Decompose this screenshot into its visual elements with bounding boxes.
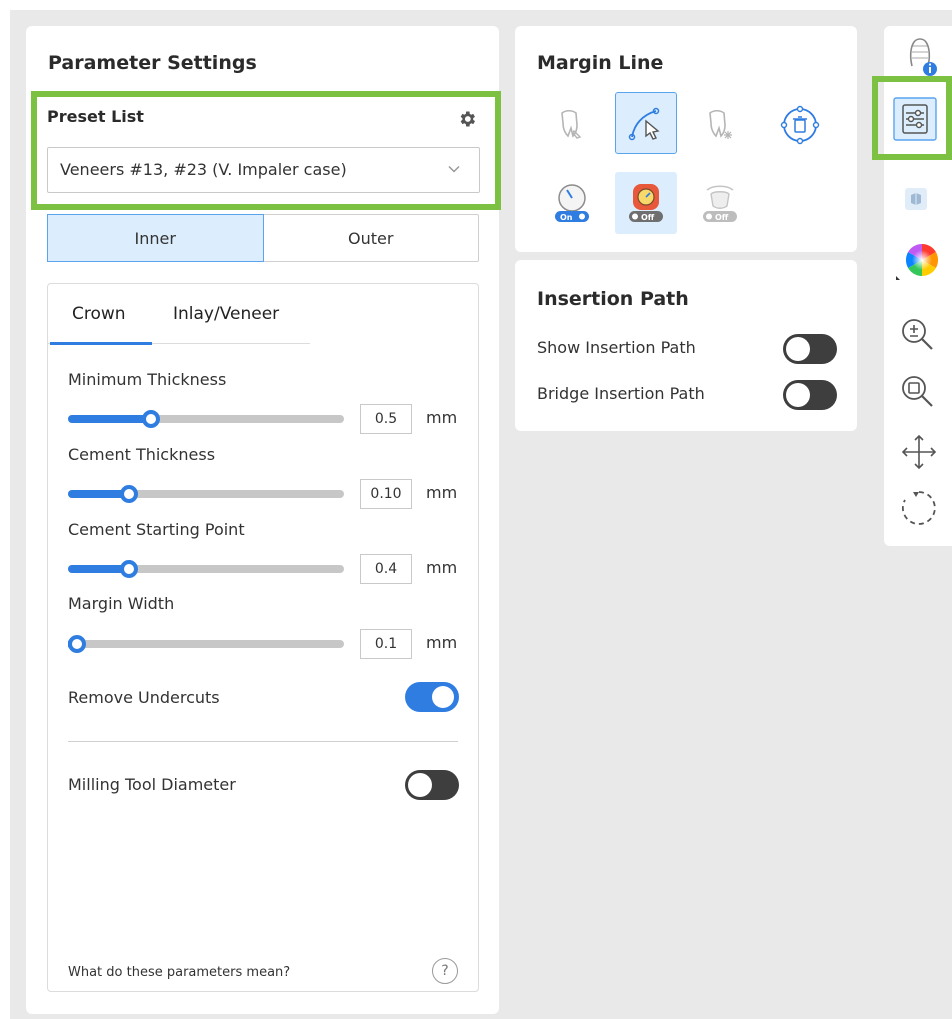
unit-label: mm (426, 483, 458, 502)
panel-title: Margin Line (537, 52, 664, 74)
divider (68, 741, 458, 742)
panel-title: Insertion Path (537, 288, 689, 310)
panel-title: Parameter Settings (48, 52, 257, 74)
svg-text:Off: Off (641, 213, 655, 222)
tooth-compass-off-icon: Off (629, 184, 663, 222)
minimum-thickness-label: Minimum Thickness (68, 370, 227, 389)
toggle-knob (786, 383, 810, 407)
slider-thumb[interactable] (120, 560, 138, 578)
active-tab-indicator (50, 342, 152, 345)
cement-starting-point-label: Cement Starting Point (68, 520, 245, 539)
remove-undercuts-label: Remove Undercuts (68, 688, 220, 707)
bridge-insertion-path-toggle[interactable] (783, 380, 837, 410)
preset-list-section: Preset List Veneers #13, #23 (V. Impaler… (31, 91, 501, 210)
zoom-fit-icon[interactable] (898, 372, 938, 412)
preset-select-value: Veneers #13, #23 (V. Impaler case) (60, 160, 347, 179)
inner-outer-segmented-control: Inner Outer (47, 214, 479, 262)
help-link[interactable]: What do these parameters mean? (68, 965, 290, 980)
rotate-icon[interactable] (899, 488, 939, 528)
tooth-sparkle-icon (709, 109, 732, 139)
minimum-thickness-input[interactable]: 0.5 (360, 404, 412, 434)
slider-thumb[interactable] (68, 635, 86, 653)
unit-label: mm (426, 633, 458, 652)
preset-select[interactable]: Veneers #13, #23 (V. Impaler case) (47, 147, 480, 193)
tab-crown[interactable]: Crown (72, 304, 126, 324)
milling-tool-diameter-toggle[interactable] (405, 770, 459, 800)
milling-tool-diameter-label: Milling Tool Diameter (68, 775, 236, 794)
margin-width-input[interactable]: 0.1 (360, 629, 412, 659)
bridge-insertion-path-label: Bridge Insertion Path (537, 384, 705, 403)
unit-label: mm (426, 558, 458, 577)
auto-margin-tool-button[interactable] (541, 94, 603, 156)
trash-circle-icon (780, 105, 820, 145)
parameter-settings-panel: Parameter Settings Preset List Veneers #… (26, 26, 501, 1014)
tooth-info-icon[interactable] (900, 36, 940, 78)
tooth-arrows-off-icon: Off (703, 185, 737, 222)
cement-starting-point-input[interactable]: 0.4 (360, 554, 412, 584)
margin-erase-tool-button[interactable] (689, 94, 751, 156)
margin-line-panel: Margin Line On Off Off (515, 26, 857, 252)
margin-width-slider[interactable] (68, 635, 344, 653)
settings-sliders-icon[interactable] (893, 97, 937, 141)
slider-thumb[interactable] (142, 410, 160, 428)
toggle-knob (408, 773, 432, 797)
color-wheel-icon[interactable] (896, 236, 944, 284)
show-insertion-path-toggle[interactable] (783, 334, 837, 364)
slider-thumb[interactable] (120, 485, 138, 503)
pan-move-icon[interactable] (899, 432, 939, 472)
cement-thickness-input[interactable]: 0.10 (360, 479, 412, 509)
svg-text:On: On (560, 213, 573, 222)
insertion-path-panel: Insertion Path Show Insertion Path Bridg… (515, 260, 857, 431)
tooth-pen-icon (561, 109, 582, 139)
zoom-in-icon[interactable] (898, 315, 938, 355)
unit-label: mm (426, 408, 458, 427)
antagonist-toggle-button[interactable]: Off (689, 172, 751, 234)
svg-text:Off: Off (715, 213, 729, 222)
curve-cursor-icon (628, 107, 660, 141)
margin-display-toggle-button[interactable]: On (541, 172, 603, 234)
help-icon[interactable]: ? (432, 958, 458, 984)
delete-margin-button[interactable] (769, 94, 831, 156)
cement-thickness-slider[interactable] (68, 485, 344, 503)
toggle-knob (432, 686, 454, 708)
cement-thickness-label: Cement Thickness (68, 445, 216, 464)
cube-view-icon[interactable] (903, 186, 929, 212)
toggle-knob (786, 337, 810, 361)
inner-button[interactable]: Inner (47, 214, 264, 262)
manual-margin-edit-button[interactable] (615, 92, 677, 154)
preset-list-label: Preset List (47, 107, 144, 126)
outer-button[interactable]: Outer (264, 215, 479, 261)
margin-width-label: Margin Width (68, 594, 175, 613)
show-insertion-path-label: Show Insertion Path (537, 338, 696, 357)
remove-undercuts-toggle[interactable] (405, 682, 459, 712)
parameters-box: Crown Inlay/Veneer Minimum Thickness 0.5… (47, 283, 479, 992)
margin-overlay-toggle-button[interactable]: Off (615, 172, 677, 234)
gear-icon[interactable] (457, 109, 477, 129)
tab-inlay-veneer[interactable]: Inlay/Veneer (173, 304, 279, 324)
gauge-on-icon: On (555, 184, 589, 222)
cement-starting-point-slider[interactable] (68, 560, 344, 578)
tab-bar: Crown Inlay/Veneer (48, 284, 310, 345)
minimum-thickness-slider[interactable] (68, 410, 344, 428)
chevron-down-icon (448, 165, 460, 173)
